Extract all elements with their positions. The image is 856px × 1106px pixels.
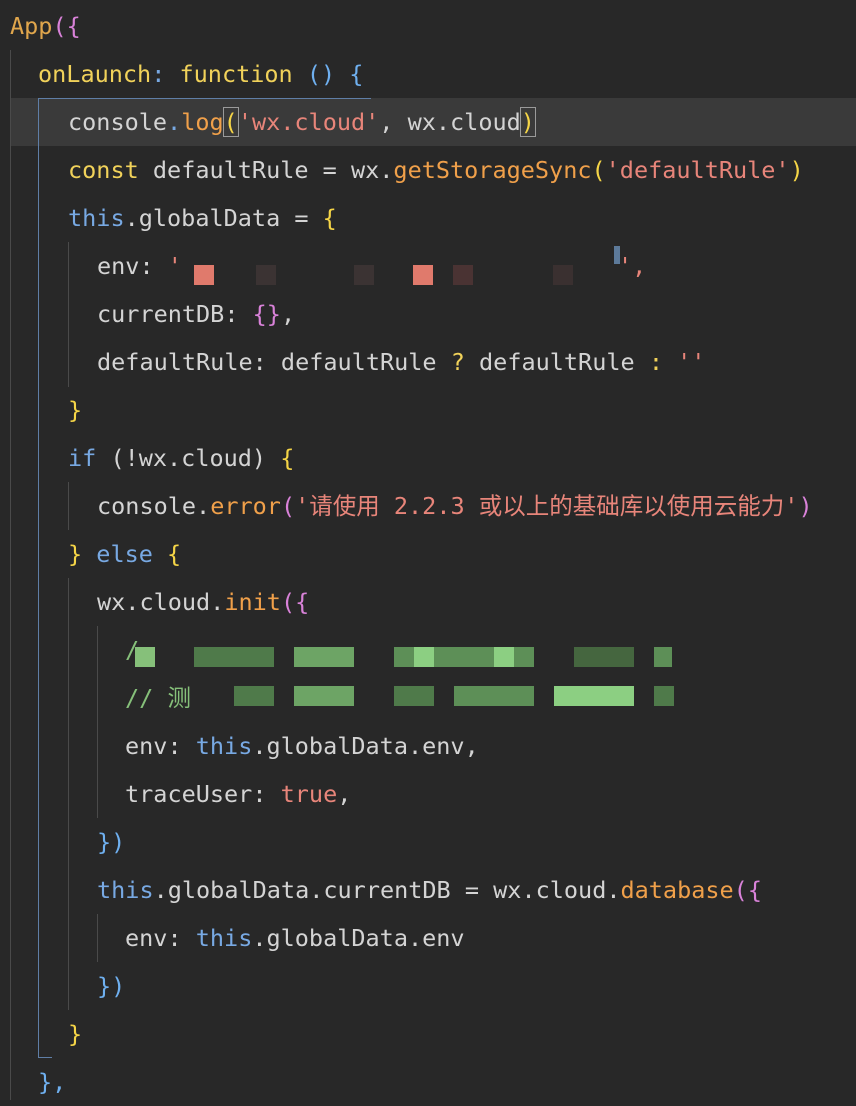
token: database — [620, 876, 734, 904]
token: if — [68, 444, 97, 472]
code-line-4: const defaultRule = wx.getStorageSync('d… — [68, 146, 856, 194]
token: '请使用 2.2.3 或以上的基础库以使用云能力' — [295, 492, 799, 520]
token: { — [280, 444, 295, 472]
token: , — [337, 780, 352, 808]
token: defaultRule: defaultRule — [97, 348, 451, 376]
code-line-7: currentDB: {}, — [97, 290, 856, 338]
token: console. — [97, 492, 211, 520]
token: ({ — [733, 876, 762, 904]
indent-guide — [68, 482, 69, 530]
token: ) — [519, 107, 536, 137]
token: wx.cloud — [407, 108, 521, 136]
token: '' — [662, 348, 706, 376]
token: { — [349, 60, 364, 88]
code-line-6-end: ', — [618, 242, 856, 290]
indent-guide — [10, 50, 11, 1100]
token: ( — [222, 107, 239, 137]
token: this — [68, 204, 125, 232]
token: defaultRule — [464, 348, 649, 376]
token: error — [210, 492, 281, 520]
token: .globalData.env — [252, 924, 465, 952]
token: () — [306, 60, 336, 88]
code-line-8: defaultRule: defaultRule ? defaultRule :… — [97, 338, 856, 386]
code-line-18: }) — [97, 818, 856, 866]
token: true — [280, 780, 338, 808]
token: .globalData.currentDB = wx.cloud. — [153, 876, 621, 904]
code-line-10: if (!wx.cloud) { — [68, 434, 856, 482]
token: , — [379, 108, 408, 136]
token: (!wx.cloud) — [96, 444, 281, 472]
code-line-17: traceUser: true, — [125, 770, 856, 818]
token: { — [322, 204, 337, 232]
token: currentDB: — [97, 300, 253, 328]
token: env: — [125, 924, 196, 952]
token: getStorageSync — [393, 156, 592, 184]
token: init — [224, 588, 281, 616]
token: ) — [798, 492, 813, 520]
token: { — [167, 540, 182, 568]
token: wx.cloud. — [97, 588, 225, 616]
code-line-16: env: this.globalData.env, — [125, 722, 856, 770]
code-line-21: }) — [97, 962, 856, 1010]
token: ({ — [280, 588, 310, 616]
code-line-2: onLaunch: function () { — [38, 50, 856, 98]
token: this — [195, 924, 253, 952]
token: console — [68, 108, 168, 136]
token: log — [181, 108, 224, 136]
token: , — [280, 300, 296, 328]
token: env: — [125, 732, 196, 760]
token: ' — [167, 252, 182, 280]
token: this — [97, 876, 154, 904]
token: } — [68, 396, 83, 424]
indent-guide — [68, 242, 69, 387]
indent-guide — [97, 626, 98, 818]
token: App — [10, 12, 53, 40]
token: ( — [591, 156, 606, 184]
token: } — [68, 540, 83, 568]
active-indent-guide — [38, 98, 39, 1058]
code-line-9: } — [68, 386, 856, 434]
code-line-1: App({ — [10, 2, 856, 50]
token: ? — [450, 348, 465, 376]
code-line-3: console.log('wx.cloud', wx.cloud) — [68, 98, 856, 146]
token: function — [179, 60, 293, 88]
token: const — [68, 156, 139, 184]
token: . — [167, 108, 182, 136]
token: env: — [97, 252, 168, 280]
code-line-12: } else { — [68, 530, 856, 578]
token: else — [82, 540, 168, 568]
token: } — [68, 1020, 83, 1048]
token: : — [151, 60, 166, 88]
token: }) — [97, 828, 126, 856]
token: ( — [280, 492, 296, 520]
code-line-5: this.globalData = { — [68, 194, 856, 242]
token: this — [195, 732, 253, 760]
token: {} — [252, 300, 281, 328]
token: 'wx.cloud' — [237, 108, 380, 136]
token: }) — [97, 972, 126, 1000]
code-line-19: this.globalData.currentDB = wx.cloud.dat… — [97, 866, 856, 914]
token: traceUser: — [125, 780, 281, 808]
token: // 测 — [125, 684, 191, 712]
token: defaultRule = wx. — [138, 156, 394, 184]
token: ', — [618, 252, 647, 280]
token: ) — [789, 156, 804, 184]
token: onLaunch — [38, 60, 152, 88]
token: 'defaultRule' — [605, 156, 790, 184]
code-line-20: env: this.globalData.env — [125, 914, 856, 962]
code-editor[interactable]: App({ onLaunch: function () { console.lo… — [0, 0, 856, 1100]
token: : — [648, 348, 663, 376]
code-line-23: }, — [38, 1058, 856, 1106]
token: .globalData = — [124, 204, 323, 232]
code-line-11: console.error('请使用 2.2.3 或以上的基础库以使用云能力') — [97, 482, 856, 530]
indent-guide — [68, 578, 69, 1010]
token: .globalData.env, — [252, 732, 479, 760]
indent-guide — [97, 914, 98, 962]
code-line-22: } — [68, 1010, 856, 1058]
code-line-13: wx.cloud.init({ — [97, 578, 856, 626]
token: ({ — [52, 12, 81, 40]
token: }, — [38, 1068, 67, 1096]
